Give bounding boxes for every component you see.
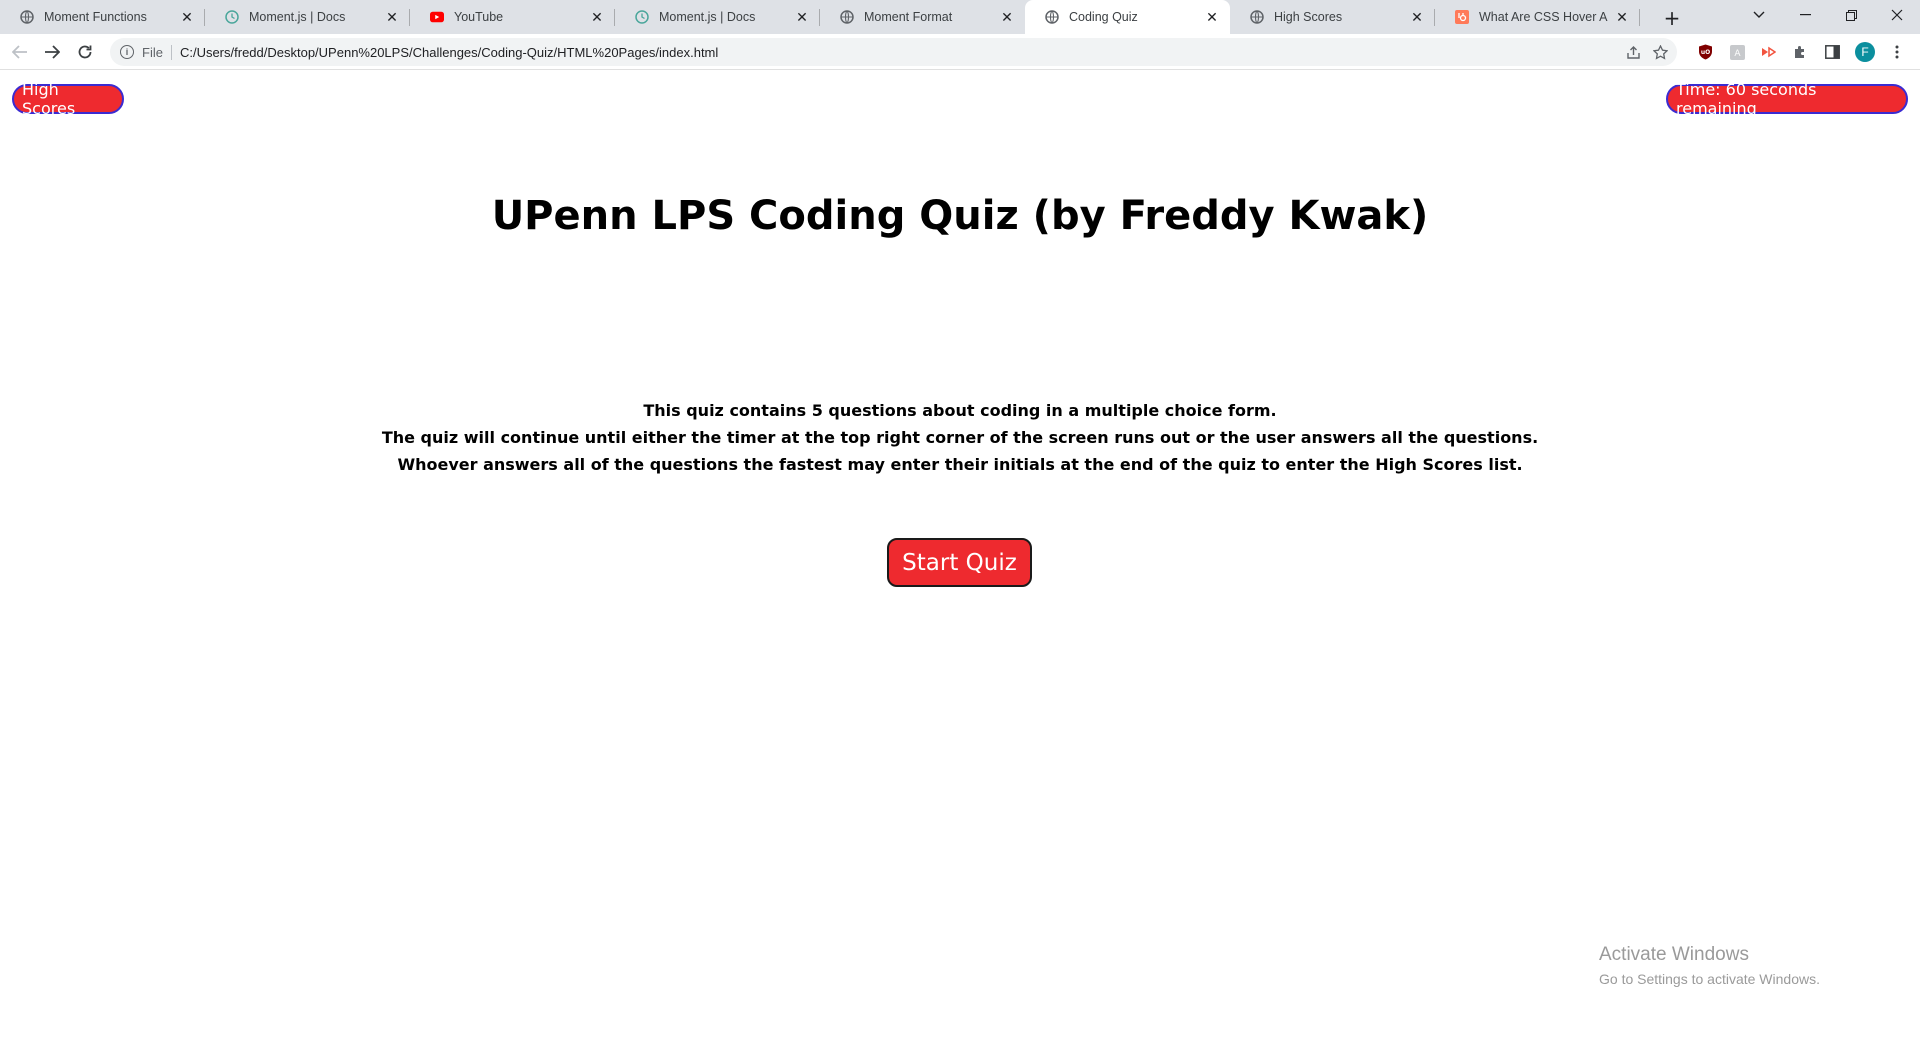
globe-icon	[840, 10, 854, 24]
reload-icon[interactable]	[73, 40, 97, 64]
tab-close-icon[interactable]: ✕	[384, 9, 400, 25]
tab-close-icon[interactable]: ✕	[1204, 9, 1220, 25]
browser-tabstrip: Moment Functions ✕ Moment.js | Docs ✕ Yo…	[0, 0, 1920, 34]
browser-tab[interactable]: Moment.js | Docs ✕	[205, 0, 410, 34]
tab-close-icon[interactable]: ✕	[589, 9, 605, 25]
browser-tab[interactable]: Moment Format ✕	[820, 0, 1025, 34]
address-scheme-label: File	[142, 44, 172, 60]
hubspot-icon	[1455, 10, 1469, 24]
clock-icon	[635, 10, 649, 24]
watermark-subtitle: Go to Settings to activate Windows.	[1599, 971, 1820, 987]
tab-title: Moment Functions	[44, 10, 147, 24]
forward-arrow-icon[interactable]	[40, 40, 64, 64]
watermark-title: Activate Windows	[1599, 944, 1749, 965]
tab-close-icon[interactable]: ✕	[999, 9, 1015, 25]
instruction-line: This quiz contains 5 questions about cod…	[643, 401, 1277, 420]
browser-tab[interactable]: Moment Functions ✕	[0, 0, 205, 34]
globe-icon	[1045, 10, 1059, 24]
tab-title: Moment.js | Docs	[659, 10, 756, 24]
minimize-icon[interactable]	[1782, 0, 1828, 30]
share-icon[interactable]	[1625, 44, 1641, 60]
browser-tab[interactable]: YouTube ✕	[410, 0, 615, 34]
svg-text:uO: uO	[1700, 49, 1709, 56]
browser-tab[interactable]: What Are CSS Hover Anim ✕	[1435, 0, 1640, 34]
instruction-line: The quiz will continue until either the …	[381, 428, 1539, 447]
tab-title: Coding Quiz	[1069, 10, 1138, 24]
browser-tab[interactable]: High Scores ✕	[1230, 0, 1435, 34]
site-info-icon[interactable]: i	[120, 45, 134, 59]
extensions-puzzle-icon[interactable]	[1790, 42, 1810, 62]
profile-avatar[interactable]: F	[1855, 42, 1875, 62]
tab-close-icon[interactable]: ✕	[179, 9, 195, 25]
ublock-extension-icon[interactable]: uO	[1695, 42, 1715, 62]
activate-windows-watermark: Activate Windows Go to Settings to activ…	[1599, 944, 1820, 987]
tab-search-icon[interactable]	[1736, 0, 1782, 30]
tab-title: Moment Format	[864, 10, 953, 24]
browser-tab[interactable]: Moment.js | Docs ✕	[615, 0, 820, 34]
quiz-instructions: This quiz contains 5 questions about cod…	[0, 397, 1920, 478]
browser-tab-active[interactable]: Coding Quiz ✕	[1025, 0, 1230, 34]
tab-close-icon[interactable]: ✕	[1614, 9, 1630, 25]
instruction-line: Whoever answers all of the questions the…	[397, 455, 1523, 474]
close-window-icon[interactable]	[1874, 0, 1920, 30]
back-arrow-icon[interactable]	[8, 40, 32, 64]
address-url[interactable]: C:/Users/fredd/Desktop/UPenn%20LPS/Chall…	[180, 45, 718, 60]
tab-title: What Are CSS Hover Anim	[1479, 10, 1608, 24]
youtube-icon	[430, 10, 444, 24]
page-title: UPenn LPS Coding Quiz (by Freddy Kwak)	[491, 193, 1429, 239]
tab-title: Moment.js | Docs	[249, 10, 346, 24]
quiz-page: High Scores Time: 60 seconds remaining U…	[0, 71, 1920, 1040]
bookmark-star-icon[interactable]	[1652, 44, 1668, 60]
tab-close-icon[interactable]: ✕	[1409, 9, 1425, 25]
restore-icon[interactable]	[1828, 0, 1874, 30]
extension-red-icon[interactable]	[1758, 42, 1778, 62]
start-quiz-button[interactable]: Start Quiz	[887, 538, 1032, 587]
high-scores-button[interactable]: High Scores	[12, 80, 124, 118]
browser-menu-icon[interactable]	[1887, 42, 1907, 62]
extension-gray-icon[interactable]: A	[1727, 42, 1747, 62]
tab-title: High Scores	[1274, 10, 1343, 24]
address-bar[interactable]: i File C:/Users/fredd/Desktop/UPenn%20LP…	[110, 38, 1677, 66]
globe-icon	[20, 10, 34, 24]
tab-divider	[1639, 9, 1640, 26]
svg-text:A: A	[1734, 49, 1741, 59]
profile-initial: F	[1855, 42, 1875, 62]
timer-display: Time: 60 seconds remaining	[1666, 80, 1908, 118]
clock-icon	[225, 10, 239, 24]
tab-title: YouTube	[454, 10, 504, 24]
side-panel-icon[interactable]	[1822, 42, 1842, 62]
browser-toolbar: i File C:/Users/fredd/Desktop/UPenn%20LP…	[0, 34, 1920, 70]
tab-close-icon[interactable]: ✕	[794, 9, 810, 25]
globe-icon	[1250, 10, 1264, 24]
new-tab-button[interactable]: +	[1660, 6, 1684, 30]
